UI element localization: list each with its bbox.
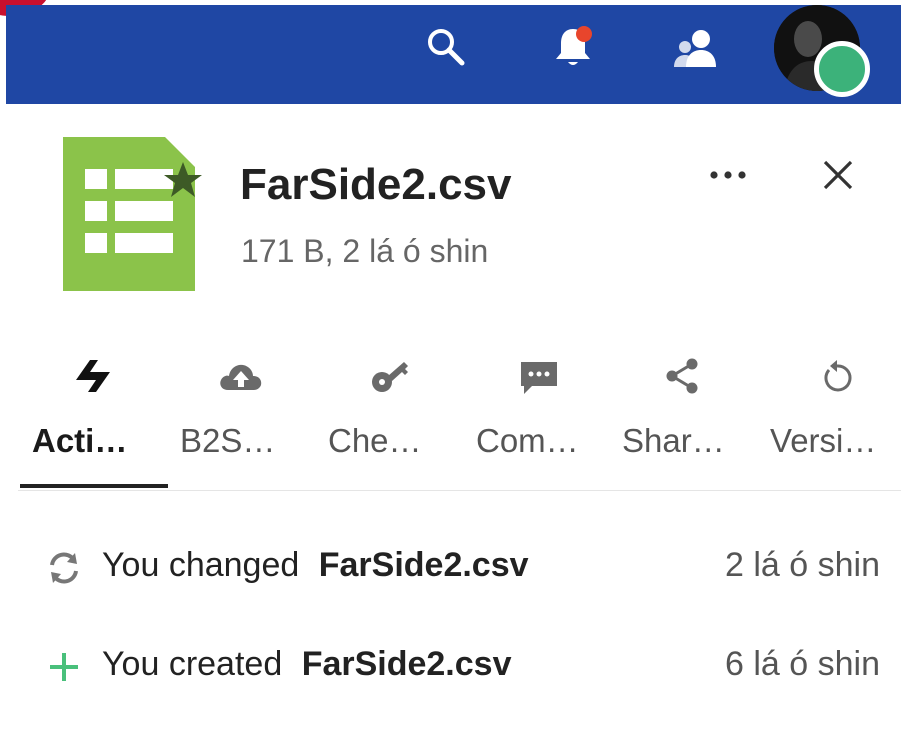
cloud-upload-icon <box>220 364 262 390</box>
history-icon <box>824 360 852 392</box>
tab-versions[interactable]: Versi… <box>762 340 901 490</box>
key-icon <box>372 362 408 392</box>
tab-comments[interactable]: Com… <box>466 340 614 490</box>
activity-text: You created <box>102 645 283 683</box>
activity-time: 6 lá ó shin <box>725 645 880 683</box>
tab-label: Acti… <box>32 422 128 459</box>
activity-file-link[interactable]: FarSide2.csv <box>302 645 512 683</box>
activity-file-link[interactable]: FarSide2.csv <box>319 546 529 584</box>
change-icon <box>50 552 78 584</box>
activity-icon <box>76 360 110 392</box>
online-status-icon <box>814 41 870 97</box>
notifications-icon[interactable] <box>546 21 600 75</box>
file-meta: 171 B, 2 lá ó shin <box>241 233 489 269</box>
file-name: FarSide2.csv <box>240 160 512 209</box>
tab-b2share[interactable]: B2S… <box>168 340 318 490</box>
sidebar-tabs: Acti… B2S… Che… Com… Shar… Versi… <box>18 340 901 491</box>
tab-label: Che… <box>328 422 422 459</box>
activity-item: You changed FarSide2.csv 2 lá ó shin <box>0 538 901 598</box>
tab-label: Shar… <box>622 422 725 459</box>
top-bar <box>6 5 901 104</box>
search-icon[interactable] <box>424 25 468 69</box>
tab-label: B2S… <box>180 422 276 459</box>
share-icon <box>666 358 698 394</box>
more-actions-button[interactable] <box>700 155 756 195</box>
tab-activity[interactable]: Acti… <box>18 340 168 490</box>
comment-icon <box>521 362 557 394</box>
tab-label: Versi… <box>770 422 877 459</box>
tab-label: Com… <box>476 422 579 459</box>
activity-time: 2 lá ó shin <box>725 546 880 584</box>
tab-checksum[interactable]: Che… <box>318 340 466 490</box>
active-tab-indicator <box>20 484 168 488</box>
contacts-icon[interactable] <box>668 23 722 77</box>
activity-item: You created FarSide2.csv 6 lá ó shin <box>0 637 901 697</box>
tab-sharing[interactable]: Shar… <box>614 340 762 490</box>
close-button[interactable] <box>812 152 864 200</box>
add-icon <box>50 653 78 681</box>
spreadsheet-icon <box>63 137 202 291</box>
activity-text: You changed <box>102 546 300 584</box>
